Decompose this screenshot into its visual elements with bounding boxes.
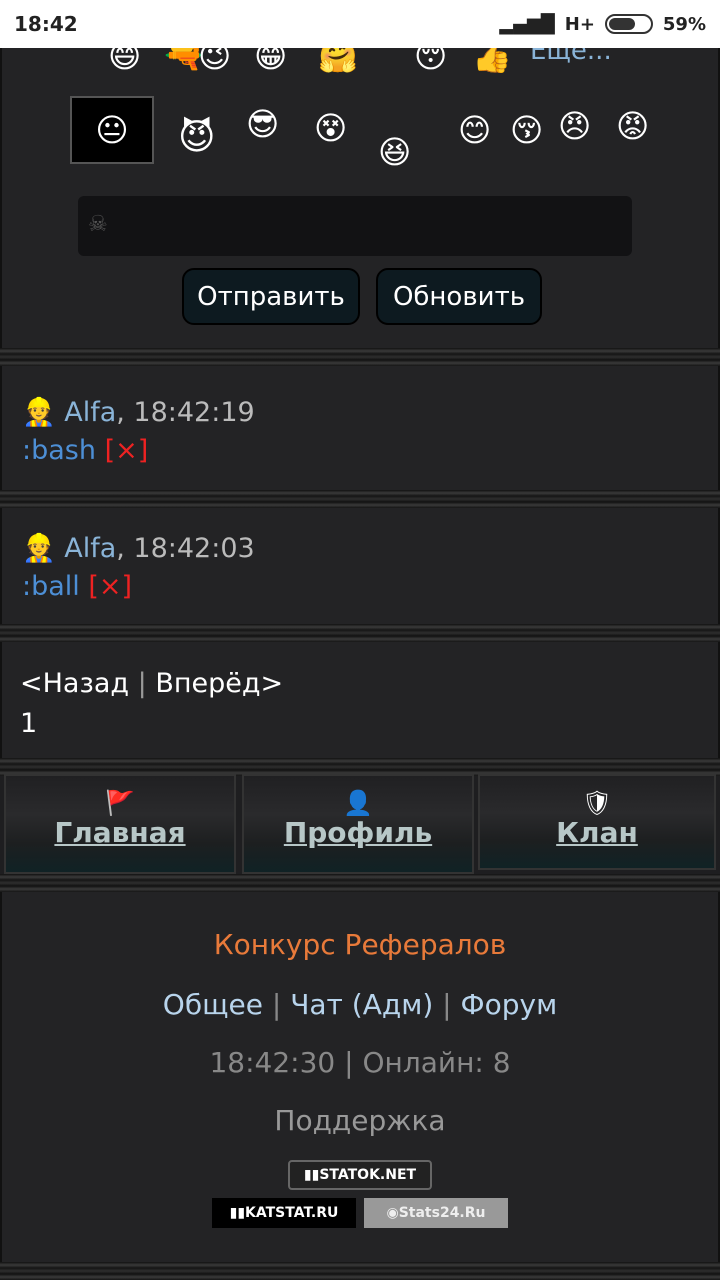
smiley-devil-icon[interactable]: 😈 xyxy=(178,120,216,156)
message-time: 18:42:03 xyxy=(133,533,255,564)
nav-home-link[interactable]: Главная xyxy=(54,816,185,849)
nav-profile-link[interactable]: Профиль xyxy=(284,816,432,849)
pager-current-page: 1 xyxy=(20,708,38,739)
user-icon: 👷 xyxy=(22,397,56,428)
message-author[interactable]: Alfa xyxy=(64,533,116,564)
statok-counter[interactable]: ▮▮ STATOK.NET xyxy=(288,1160,432,1190)
footer-admin-chat-link[interactable]: (Адм) xyxy=(352,988,433,1021)
shield-icon: 🛡 xyxy=(581,789,613,817)
battery-level: 59% xyxy=(662,13,706,35)
smiley-angry-icon[interactable]: 😡 xyxy=(616,110,649,142)
nav-profile[interactable]: 👤 Профиль xyxy=(242,774,474,874)
footer-links: Общее | Чат (Адм) | Форум xyxy=(0,988,720,1021)
pirate-icon: ☠ xyxy=(88,212,108,237)
smiley-girl-icon[interactable]: 😊 xyxy=(458,114,491,146)
stats24-label: Stats24.Ru xyxy=(398,1205,486,1221)
bar-chart-icon: ▮▮ xyxy=(229,1205,246,1221)
divider xyxy=(0,490,720,508)
nav-clan[interactable]: 🛡 Клан xyxy=(478,774,716,870)
footer-contest: Конкурс Рефералов xyxy=(0,928,720,961)
message-time: 18:42:19 xyxy=(133,397,255,428)
footer-chat-link[interactable]: Чат xyxy=(290,988,343,1021)
statok-label: STATOK.NET xyxy=(319,1167,417,1183)
footer-support: Поддержка xyxy=(0,1104,720,1137)
network-type: H+ xyxy=(564,13,595,35)
smiley-confused-icon[interactable]: 😵 xyxy=(314,112,347,144)
smiley-cool-icon[interactable]: 😎 xyxy=(246,108,279,140)
message-text: :bash xyxy=(22,435,96,466)
separator: | xyxy=(344,1046,354,1079)
message-author[interactable]: Alfa xyxy=(64,397,116,428)
footer-status: 18:42:30 | Онлайн: 8 xyxy=(0,1046,720,1079)
send-button[interactable]: Отправить xyxy=(182,268,360,325)
stats24-counter[interactable]: ◉ Stats24.Ru xyxy=(364,1198,508,1228)
message-input[interactable] xyxy=(78,196,632,256)
status-bar: 18:42 ▂▄▆█ H+ 59% xyxy=(0,0,720,48)
divider xyxy=(0,624,720,642)
smiley-jail-icon[interactable]: 😐 xyxy=(70,96,154,164)
pager-back-link[interactable]: <Назад xyxy=(20,668,129,699)
home-flag-icon: 🚩 xyxy=(105,789,135,817)
pager-forward-link[interactable]: Вперёд> xyxy=(155,668,283,699)
bar-chart-icon: ▮▮ xyxy=(303,1167,320,1183)
support-link[interactable]: Поддержка xyxy=(274,1104,445,1137)
stats24-logo-icon: ◉ xyxy=(386,1205,399,1221)
footer-forum-link[interactable]: Форум xyxy=(461,988,558,1021)
online-count: Онлайн: 8 xyxy=(362,1046,511,1079)
divider xyxy=(0,1262,720,1280)
katstat-counter[interactable]: ▮▮ KATSTAT.RU xyxy=(212,1198,356,1228)
battery-icon xyxy=(604,14,653,34)
chat-message: 👷 Alfa, 18:42:19 :bash [×] xyxy=(22,397,255,466)
signal-icon: ▂▄▆█ xyxy=(499,13,555,35)
status-time: 18:42 xyxy=(14,12,78,36)
chat-message: 👷 Alfa, 18:42:03 :ball [×] xyxy=(22,533,255,602)
server-time: 18:42:30 xyxy=(209,1046,336,1079)
nav-home[interactable]: 🚩 Главная xyxy=(4,774,236,874)
message-text: :ball xyxy=(22,571,80,602)
separator: | xyxy=(271,988,282,1021)
message-panel: 👷 Alfa, 18:42:19 :bash [×] xyxy=(0,366,720,490)
composer-panel: 😄 🔫 😉 😁 🤗 😴 👍 Еще... 😐 😈 😎 😵 😆 😊 😚 😠 😡 ☠… xyxy=(0,36,720,348)
separator: | xyxy=(442,988,452,1021)
person-icon: 👤 xyxy=(343,789,373,817)
smiley-laugh-hands-icon[interactable]: 😆 xyxy=(378,136,411,168)
chat-page: 😄 🔫 😉 😁 🤗 😴 👍 Еще... 😐 😈 😎 😵 😆 😊 😚 😠 😡 ☠… xyxy=(0,36,720,1280)
katstat-label: KATSTAT.RU xyxy=(245,1205,339,1221)
smiley-blush-icon[interactable]: 😚 xyxy=(510,114,543,146)
divider xyxy=(0,874,720,892)
footer-general-link[interactable]: Общее xyxy=(163,988,263,1021)
delete-message-button[interactable]: [×] xyxy=(105,435,149,466)
pager: <Назад | Вперёд> 1 xyxy=(20,664,283,744)
user-icon: 👷 xyxy=(22,533,56,564)
delete-message-button[interactable]: [×] xyxy=(88,571,132,602)
message-panel: 👷 Alfa, 18:42:03 :ball [×] xyxy=(0,508,720,626)
pager-separator: | xyxy=(137,668,147,699)
nav-clan-link[interactable]: Клан xyxy=(556,816,638,849)
divider xyxy=(0,348,720,366)
smiley-angry-finger-icon[interactable]: 😠 xyxy=(558,110,591,142)
referral-contest-link[interactable]: Конкурс Рефералов xyxy=(214,928,507,961)
refresh-button[interactable]: Обновить xyxy=(376,268,542,325)
